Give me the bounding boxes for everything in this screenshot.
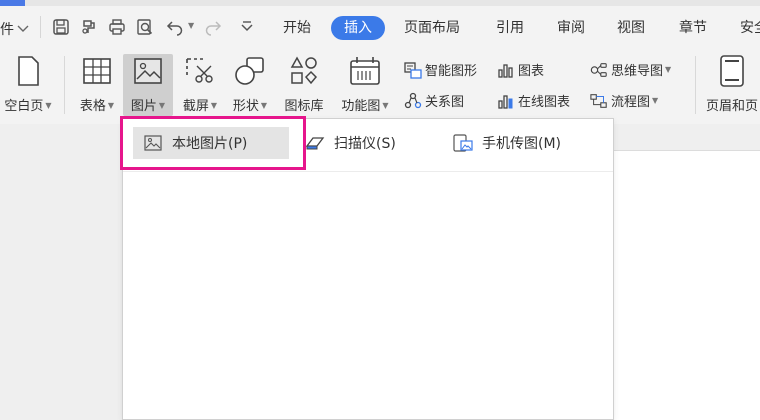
chart-icon [497, 61, 515, 79]
scanner-menu-item[interactable]: 扫描仪(S) [305, 127, 396, 159]
relation-chart-label: 关系图 [425, 95, 465, 110]
tab-insert[interactable]: 插入 [331, 16, 385, 40]
shape-dropdown-icon: ▼ [260, 101, 268, 110]
picture-icon [131, 54, 165, 88]
local-picture-label: 本地图片(P) [172, 136, 248, 152]
redo-icon[interactable] [202, 16, 224, 38]
smart-graphic-label: 智能图形 [425, 64, 478, 79]
tab-chapter[interactable]: 章节 [679, 16, 707, 40]
function-chart-dropdown-icon: ▼ [382, 101, 389, 110]
chart-label: 图表 [518, 64, 545, 79]
customize-toolbar-icon[interactable] [236, 16, 258, 38]
picture-button[interactable]: 图片 ▼ [123, 54, 173, 116]
smart-graphic-button[interactable]: 智能图形 [404, 60, 477, 79]
flowchart-label: 流程图 [611, 95, 651, 110]
undo-icon[interactable] [164, 16, 186, 38]
screenshot-dropdown-icon: ▼ [210, 101, 218, 110]
scanner-label: 扫描仪(S) [334, 136, 396, 152]
flowchart-dropdown-icon: ▼ [652, 96, 659, 105]
format-painter-icon[interactable] [78, 16, 100, 38]
local-picture-menu-item[interactable]: 本地图片(P) [133, 127, 289, 159]
header-footer-button[interactable]: 页眉和页 [704, 54, 760, 114]
header-footer-label: 页眉和页 [705, 99, 758, 114]
blank-page-button[interactable]: 空白页 ▼ [0, 54, 56, 114]
shape-label: 形状 [232, 99, 259, 114]
print-preview-icon[interactable] [134, 16, 156, 38]
picture-dropdown-icon: ▼ [158, 101, 166, 110]
print-icon[interactable] [106, 16, 128, 38]
mind-map-label: 思维导图 [611, 64, 664, 79]
screenshot-label: 截屏 [182, 99, 209, 114]
ribbon-separator [695, 56, 696, 114]
tab-security[interactable]: 安全 [740, 16, 760, 40]
phone-picture-icon [453, 134, 473, 152]
icon-library-button[interactable]: 图标库 [280, 54, 328, 114]
tab-view[interactable]: 视图 [617, 16, 645, 40]
picture-label: 图片 [130, 99, 157, 114]
blank-page-dropdown-icon: ▼ [45, 101, 52, 110]
relation-chart-button[interactable]: 关系图 [404, 91, 464, 110]
dropdown-divider [123, 171, 613, 172]
online-chart-icon [497, 92, 515, 110]
smart-graphic-icon [404, 61, 422, 79]
mind-map-icon [590, 61, 608, 79]
mind-map-dropdown-icon: ▼ [665, 65, 672, 74]
online-chart-label: 在线图表 [518, 95, 571, 110]
file-menu-partial[interactable]: 件 [0, 19, 14, 39]
scanner-icon [305, 134, 325, 152]
blank-page-icon [11, 54, 45, 88]
function-chart-icon [348, 54, 382, 88]
phone-picture-menu-item[interactable]: 手机传图(M) [453, 127, 561, 159]
flowchart-icon [590, 92, 608, 110]
tab-home[interactable]: 开始 [283, 16, 311, 40]
mind-map-button[interactable]: 思维导图 ▼ [590, 60, 671, 79]
picture-dropdown-menu: 本地图片(P) 扫描仪(S) 手机传图(M) [122, 118, 614, 420]
function-chart-button[interactable]: 功能图 ▼ [337, 54, 393, 114]
menu-divider [40, 16, 41, 38]
tab-review[interactable]: 审阅 [557, 16, 585, 40]
icon-library-label: 图标库 [284, 99, 324, 114]
blank-page-label: 空白页 [4, 99, 44, 114]
phone-picture-label: 手机传图(M) [482, 136, 562, 152]
screenshot-icon [183, 54, 217, 88]
menu-bar: 件 ▼ 开始 插入 页面布局 引用 审阅 视图 章节 安全 [0, 6, 760, 46]
picture-icon [143, 134, 163, 152]
ribbon-separator [64, 56, 65, 114]
table-dropdown-icon: ▼ [107, 101, 115, 110]
insert-ribbon: 空白页 ▼ 表格 ▼ 图片 ▼ 截屏 ▼ 形状 ▼ 图标库 功能图 ▼ 智能图形… [0, 46, 760, 124]
relation-chart-icon [404, 92, 422, 110]
chevron-down-icon[interactable] [16, 20, 30, 39]
save-icon[interactable] [50, 16, 72, 38]
online-chart-button[interactable]: 在线图表 [497, 91, 570, 110]
shape-button[interactable]: 形状 ▼ [228, 54, 272, 114]
header-footer-icon [715, 54, 749, 88]
table-icon [80, 54, 114, 88]
tab-page-layout[interactable]: 页面布局 [404, 16, 460, 40]
undo-dropdown-icon[interactable]: ▼ [188, 21, 194, 30]
flowchart-button[interactable]: 流程图 ▼ [590, 91, 658, 110]
chart-button[interactable]: 图表 [497, 60, 544, 79]
table-button[interactable]: 表格 ▼ [74, 54, 120, 114]
shape-icon [233, 54, 267, 88]
icon-library-icon [287, 54, 321, 88]
screenshot-button[interactable]: 截屏 ▼ [178, 54, 222, 114]
table-label: 表格 [79, 99, 106, 114]
tab-references[interactable]: 引用 [496, 16, 524, 40]
function-chart-label: 功能图 [341, 99, 381, 114]
